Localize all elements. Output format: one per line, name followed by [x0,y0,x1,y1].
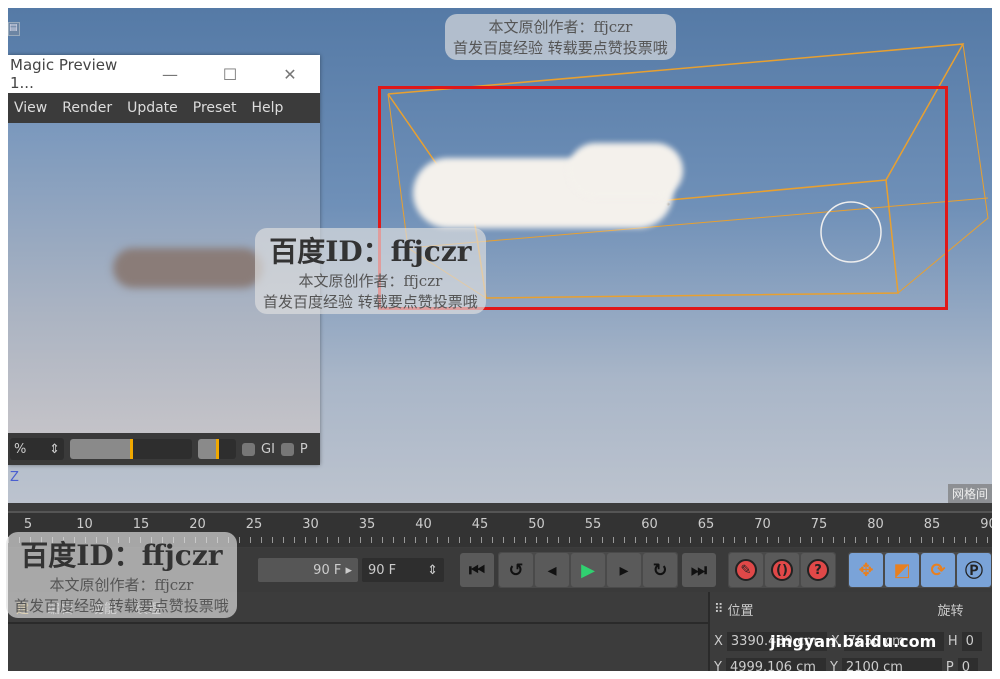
quality-slider[interactable] [70,439,192,459]
timeline-tick: 80 [867,517,884,532]
move-key-icon[interactable]: ✥ [849,553,883,587]
watermark-center: 百度ID：ffjczr 本文原创作者：ffjczr 首发百度经验 转载要点赞投票哦 [255,228,486,314]
max-frame-field[interactable]: 90 F ⇕ [362,558,444,582]
go-to-start-icon[interactable]: ⏮ [460,553,494,587]
timeline-tick: 75 [810,517,828,532]
timeline-tick: 60 [641,517,658,532]
position-title: 位置 [727,604,754,619]
timeline-tick: 70 [754,517,771,532]
preview-controls: % ⇕ GI P [8,433,320,465]
gi-checkbox[interactable] [242,442,255,456]
menu-help[interactable]: Help [251,100,283,116]
autokey-icon[interactable]: () [771,559,793,581]
menu-update[interactable]: Update [127,100,178,116]
menu-view[interactable]: View [14,100,47,116]
timeline-tick: 5 [23,517,33,532]
timeline-tick: 20 [189,517,206,532]
timeline-tick: 50 [528,517,545,532]
maximize-icon[interactable]: ☐ [200,65,260,84]
timeline-tick: 30 [302,517,319,532]
param-key-icon[interactable]: Ⓟ [957,553,991,587]
scale-key-icon[interactable]: ◩ [885,553,919,587]
size-y-field[interactable]: 2100 cm [841,658,942,671]
rot-h-field[interactable]: 0 [961,632,982,651]
pos-y-field[interactable]: 4999.106 cm [725,658,826,671]
timeline-tick: 85 [923,517,941,532]
watermark-site: jingyan.baidu.com [770,632,937,651]
window-title: Magic Preview 1... [10,56,118,92]
watermark-bottom: 百度ID：ffjczr 本文原创作者：ffjczr 首发百度经验 转载要点赞投票哦 [6,532,237,618]
percent-field[interactable]: % ⇕ [10,438,64,460]
p-checkbox[interactable] [280,442,294,456]
timeline-tick: 40 [415,517,432,532]
go-to-end-icon[interactable]: ⏭ [682,553,716,587]
timeline-tick: 35 [358,517,376,532]
grid-label: 网格间 [947,484,992,503]
record-key-icon[interactable]: ✎ [735,559,757,581]
axis-label: Z [10,470,19,485]
timeline-tick: 15 [132,517,150,532]
step-back-icon[interactable]: ◂ [535,553,569,587]
3d-viewport[interactable]: ▤ Magic Preview 1... — ☐ ✕ View Render U… [8,8,992,503]
timeline-tick: 10 [76,517,93,532]
timeline-tick: 25 [245,517,263,532]
close-icon[interactable]: ✕ [260,65,320,84]
next-key-icon[interactable]: ↻ [643,553,677,587]
end-frame-field[interactable]: 90 F ▸ [258,558,358,582]
rot-p-field[interactable]: 0 [957,658,978,671]
minimize-icon[interactable]: — [140,65,200,84]
timeline-tick: 45 [471,517,489,532]
step-forward-icon[interactable]: ▸ [607,553,641,587]
timeline-tick: 90 [980,517,992,532]
menu-bar: View Render Update Preset Help [8,93,320,123]
menu-preset[interactable]: Preset [193,100,237,116]
watermark-top: 本文原创作者：ffjczr 首发百度经验 转载要点赞投票哦 [445,14,676,60]
timeline-tick: 65 [697,517,715,532]
keyframe-selection-icon[interactable]: ? [807,559,829,581]
prev-key-icon[interactable]: ↺ [499,553,533,587]
timeline-tick: 55 [584,517,602,532]
menu-render[interactable]: Render [62,100,112,116]
title-bar: Magic Preview 1... — ☐ ✕ [8,55,320,93]
secondary-slider[interactable] [198,439,236,459]
play-icon[interactable]: ▶ [571,553,605,587]
rotate-key-icon[interactable]: ⟳ [921,553,955,587]
